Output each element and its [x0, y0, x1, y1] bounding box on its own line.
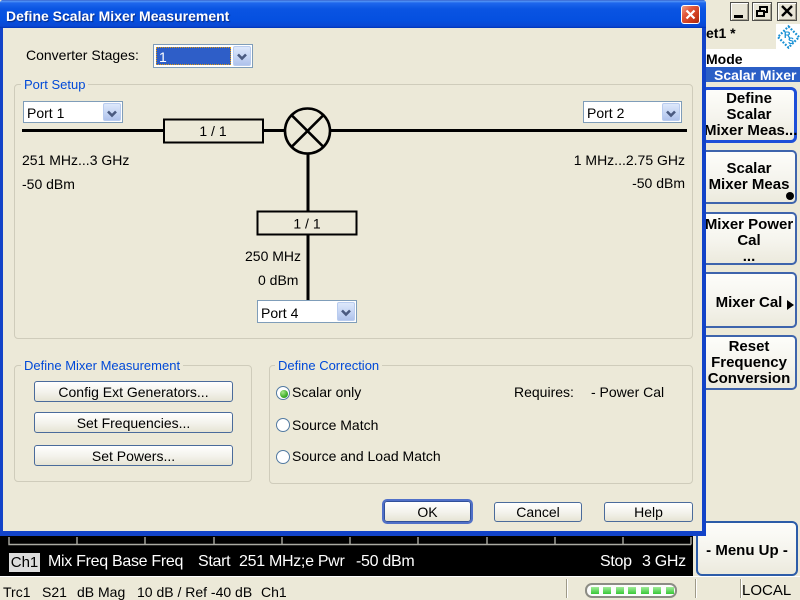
svg-text:S: S	[788, 36, 794, 46]
svg-text:1 / 1: 1 / 1	[293, 216, 320, 232]
svg-text:1 / 1: 1 / 1	[199, 123, 226, 139]
